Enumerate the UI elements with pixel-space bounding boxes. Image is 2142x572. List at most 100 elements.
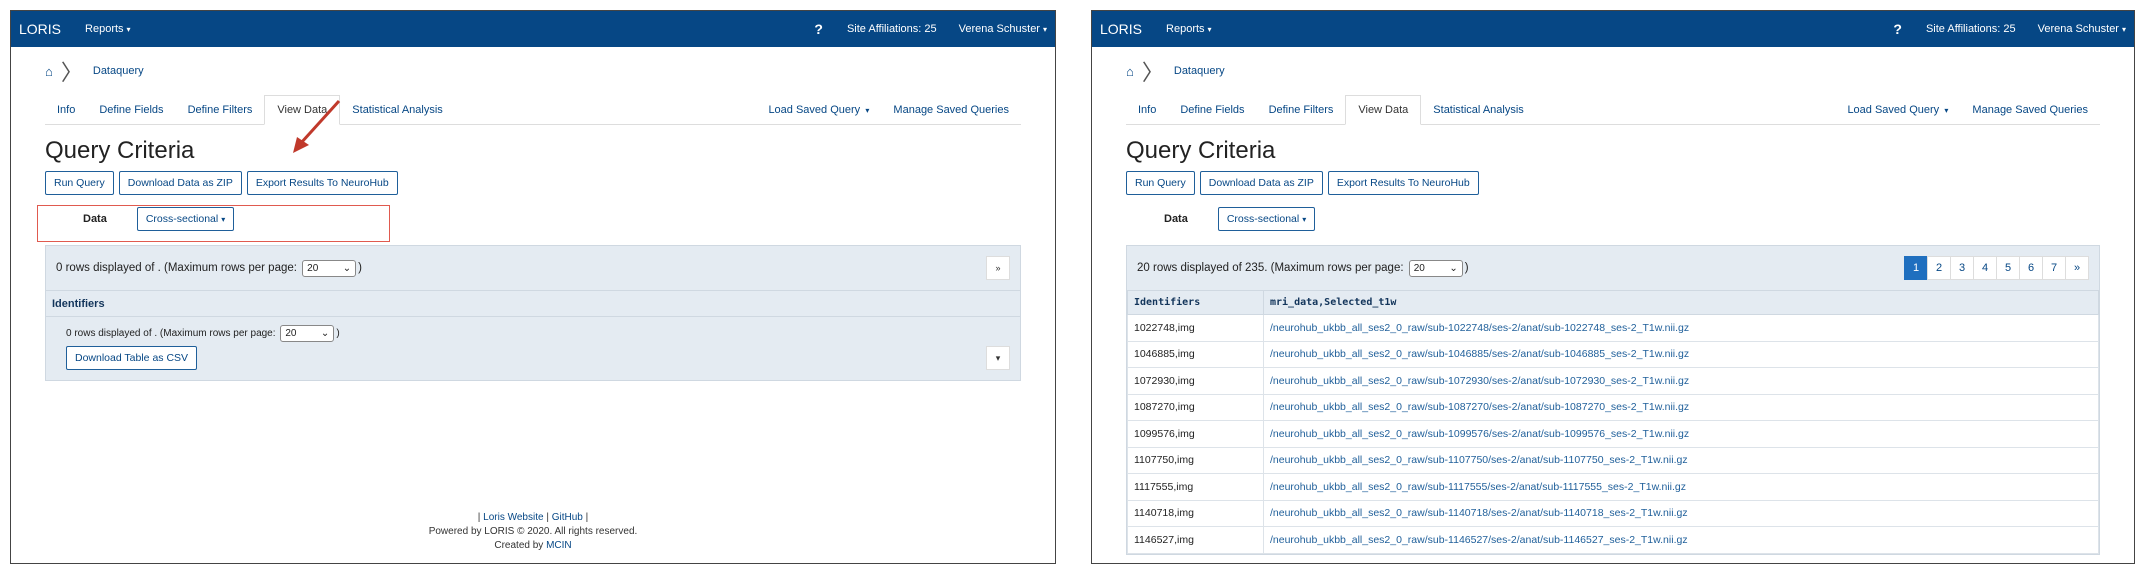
rows-status-close: ) bbox=[358, 261, 363, 274]
rows-status: 20 rows displayed of 235. (Maximum rows … bbox=[1137, 259, 1469, 277]
caret-down-icon: ▾ bbox=[1302, 215, 1307, 224]
created-by-text: Created by bbox=[494, 540, 544, 551]
load-saved-query-menu[interactable]: Load Saved Query ▾ bbox=[1835, 104, 1960, 124]
top-navbar: LORIS Reports ▾ ? Site Affiliations: 25 V… bbox=[11, 11, 1055, 47]
loris-website-link[interactable]: Loris Website bbox=[483, 512, 543, 523]
tab-view-data[interactable]: View Data bbox=[1345, 95, 1422, 125]
page-button-3[interactable]: 3 bbox=[1950, 256, 1974, 280]
breadcrumb-dataquery[interactable]: Dataquery bbox=[93, 65, 144, 77]
tab-define-fields[interactable]: Define Fields bbox=[87, 104, 175, 124]
cell-file-link[interactable]: /neurohub_ukbb_all_ses2_0_raw/sub-111755… bbox=[1263, 473, 2099, 501]
manage-saved-queries-link[interactable]: Manage Saved Queries bbox=[881, 104, 1021, 124]
button-highlight-box bbox=[37, 205, 390, 242]
reports-menu[interactable]: Reports ▾ bbox=[85, 23, 131, 35]
column-header-selected-t1w[interactable]: mri_data,Selected_t1w bbox=[1263, 290, 2099, 315]
site-affiliations[interactable]: Site Affiliations: 25 bbox=[847, 23, 937, 35]
table-row: 1046885,img/neurohub_ukbb_all_ses2_0_raw… bbox=[1127, 340, 2099, 368]
cell-identifier: 1087270,img bbox=[1127, 393, 1264, 421]
chevron-down-icon: ⌄ bbox=[342, 262, 352, 274]
cell-file-link[interactable]: /neurohub_ukbb_all_ses2_0_raw/sub-109957… bbox=[1263, 420, 2099, 448]
cell-file-link[interactable]: /neurohub_ukbb_all_ses2_0_raw/sub-108727… bbox=[1263, 393, 2099, 421]
table-row: 1140718,img/neurohub_ukbb_all_ses2_0_raw… bbox=[1127, 499, 2099, 527]
tab-info[interactable]: Info bbox=[45, 104, 87, 124]
cell-file-link[interactable]: /neurohub_ukbb_all_ses2_0_raw/sub-110775… bbox=[1263, 446, 2099, 474]
caret-down-icon: ▾ bbox=[2121, 25, 2126, 34]
page-button-5[interactable]: 5 bbox=[1996, 256, 2020, 280]
download-csv-button[interactable]: Download Table as CSV bbox=[66, 346, 198, 370]
breadcrumb-separator: 〉 bbox=[60, 60, 83, 85]
download-zip-button[interactable]: Download Data as ZIP bbox=[118, 171, 242, 195]
export-neurohub-button[interactable]: Export Results To NeuroHub bbox=[1327, 171, 1479, 195]
data-label: Data bbox=[1164, 213, 1188, 225]
inner-rows-per-page-select[interactable]: 20 ⌄ bbox=[280, 325, 335, 342]
table-row: 1107750,img/neurohub_ukbb_all_ses2_0_raw… bbox=[1127, 446, 2099, 474]
page-button-7[interactable]: 7 bbox=[2042, 256, 2066, 280]
chevron-down-icon: ⌄ bbox=[320, 328, 330, 339]
cell-identifier: 1146527,img bbox=[1127, 526, 1264, 554]
rows-per-page-select[interactable]: 20 ⌄ bbox=[1408, 259, 1463, 277]
table-header-row: Identifiers mri_data,Selected_t1w bbox=[1127, 290, 2099, 315]
breadcrumb-dataquery[interactable]: Dataquery bbox=[1174, 65, 1225, 77]
help-button[interactable]: ? bbox=[1893, 21, 1902, 37]
run-query-button[interactable]: Run Query bbox=[1126, 171, 1195, 195]
download-zip-button[interactable]: Download Data as ZIP bbox=[1199, 171, 1323, 195]
page-button-2[interactable]: 2 bbox=[1927, 256, 1951, 280]
footer-separator: | bbox=[477, 512, 481, 523]
reports-menu[interactable]: Reports ▾ bbox=[1166, 23, 1212, 35]
inner-dropdown-button[interactable]: ▾ bbox=[986, 346, 1010, 370]
cell-file-link[interactable]: /neurohub_ukbb_all_ses2_0_raw/sub-114652… bbox=[1263, 526, 2099, 554]
cell-file-link[interactable]: /neurohub_ukbb_all_ses2_0_raw/sub-104688… bbox=[1263, 340, 2099, 368]
breadcrumb-separator: 〉 bbox=[1141, 60, 1164, 85]
table-row: 1117555,img/neurohub_ukbb_all_ses2_0_raw… bbox=[1127, 473, 2099, 501]
tab-statistical-analysis[interactable]: Statistical Analysis bbox=[1421, 104, 1535, 124]
tab-define-filters[interactable]: Define Filters bbox=[176, 104, 265, 124]
tab-info[interactable]: Info bbox=[1126, 104, 1168, 124]
caret-down-icon: ▾ bbox=[1042, 25, 1047, 34]
page-button-1[interactable]: 1 bbox=[1904, 256, 1928, 280]
left-screenshot-panel: LORIS Reports ▾ ? Site Affiliations: 25 V… bbox=[10, 10, 1056, 564]
results-table: Identifiers mri_data,Selected_t1w 102274… bbox=[1127, 290, 2099, 554]
data-mode-row: Data Cross-sectional ▾ bbox=[1164, 207, 2100, 231]
export-neurohub-button[interactable]: Export Results To NeuroHub bbox=[246, 171, 398, 195]
brand-logo[interactable]: LORIS bbox=[1100, 21, 1142, 37]
cell-file-link[interactable]: /neurohub_ukbb_all_ses2_0_raw/sub-114071… bbox=[1263, 499, 2099, 527]
next-page-button[interactable]: » bbox=[2065, 256, 2089, 280]
page-button-6[interactable]: 6 bbox=[2019, 256, 2043, 280]
rows-status-text: 20 rows displayed of 235. (Maximum rows … bbox=[1137, 261, 1404, 274]
manage-saved-queries-link[interactable]: Manage Saved Queries bbox=[1960, 104, 2100, 124]
results-container: 0 rows displayed of . (Maximum rows per … bbox=[45, 245, 1021, 381]
github-link[interactable]: GitHub bbox=[552, 512, 583, 523]
user-menu[interactable]: Verena Schuster ▾ bbox=[959, 23, 1047, 35]
cell-file-link[interactable]: /neurohub_ukbb_all_ses2_0_raw/sub-102274… bbox=[1263, 314, 2099, 342]
reports-label: Reports bbox=[1166, 23, 1205, 35]
tab-define-filters[interactable]: Define Filters bbox=[1257, 104, 1346, 124]
home-icon[interactable]: ⌂ bbox=[45, 64, 53, 79]
home-icon[interactable]: ⌂ bbox=[1126, 64, 1134, 79]
page-button-4[interactable]: 4 bbox=[1973, 256, 1997, 280]
cell-identifier: 1107750,img bbox=[1127, 446, 1264, 474]
action-buttons: Run Query Download Data as ZIP Export Re… bbox=[1126, 171, 2100, 195]
caret-down-icon: ▾ bbox=[126, 25, 131, 34]
next-page-button[interactable]: » bbox=[986, 256, 1010, 280]
results-header: 20 rows displayed of 235. (Maximum rows … bbox=[1127, 246, 2099, 290]
site-affiliations[interactable]: Site Affiliations: 25 bbox=[1926, 23, 2016, 35]
load-saved-query-menu[interactable]: Load Saved Query ▾ bbox=[756, 104, 881, 124]
cell-identifier: 1117555,img bbox=[1127, 473, 1264, 501]
cross-sectional-dropdown[interactable]: Cross-sectional ▾ bbox=[1217, 207, 1316, 231]
tab-statistical-analysis[interactable]: Statistical Analysis bbox=[340, 104, 454, 124]
top-navbar: LORIS Reports ▾ ? Site Affiliations: 25 V… bbox=[1092, 11, 2134, 47]
rows-per-page-select[interactable]: 20 ⌄ bbox=[302, 259, 357, 277]
user-name: Verena Schuster bbox=[958, 23, 1040, 35]
table-row: 1087270,img/neurohub_ukbb_all_ses2_0_raw… bbox=[1127, 393, 2099, 421]
column-header-identifiers[interactable]: Identifiers bbox=[1127, 290, 1264, 315]
cell-identifier: 1072930,img bbox=[1127, 367, 1264, 395]
cell-file-link[interactable]: /neurohub_ukbb_all_ses2_0_raw/sub-107293… bbox=[1263, 367, 2099, 395]
brand-logo[interactable]: LORIS bbox=[19, 21, 61, 37]
user-menu[interactable]: Verena Schuster ▾ bbox=[2038, 23, 2126, 35]
mcin-link[interactable]: MCIN bbox=[546, 540, 572, 551]
table-row: 1072930,img/neurohub_ukbb_all_ses2_0_raw… bbox=[1127, 367, 2099, 395]
results-container: 20 rows displayed of 235. (Maximum rows … bbox=[1126, 245, 2100, 555]
tab-define-fields[interactable]: Define Fields bbox=[1168, 104, 1256, 124]
run-query-button[interactable]: Run Query bbox=[45, 171, 114, 195]
help-button[interactable]: ? bbox=[814, 21, 823, 37]
